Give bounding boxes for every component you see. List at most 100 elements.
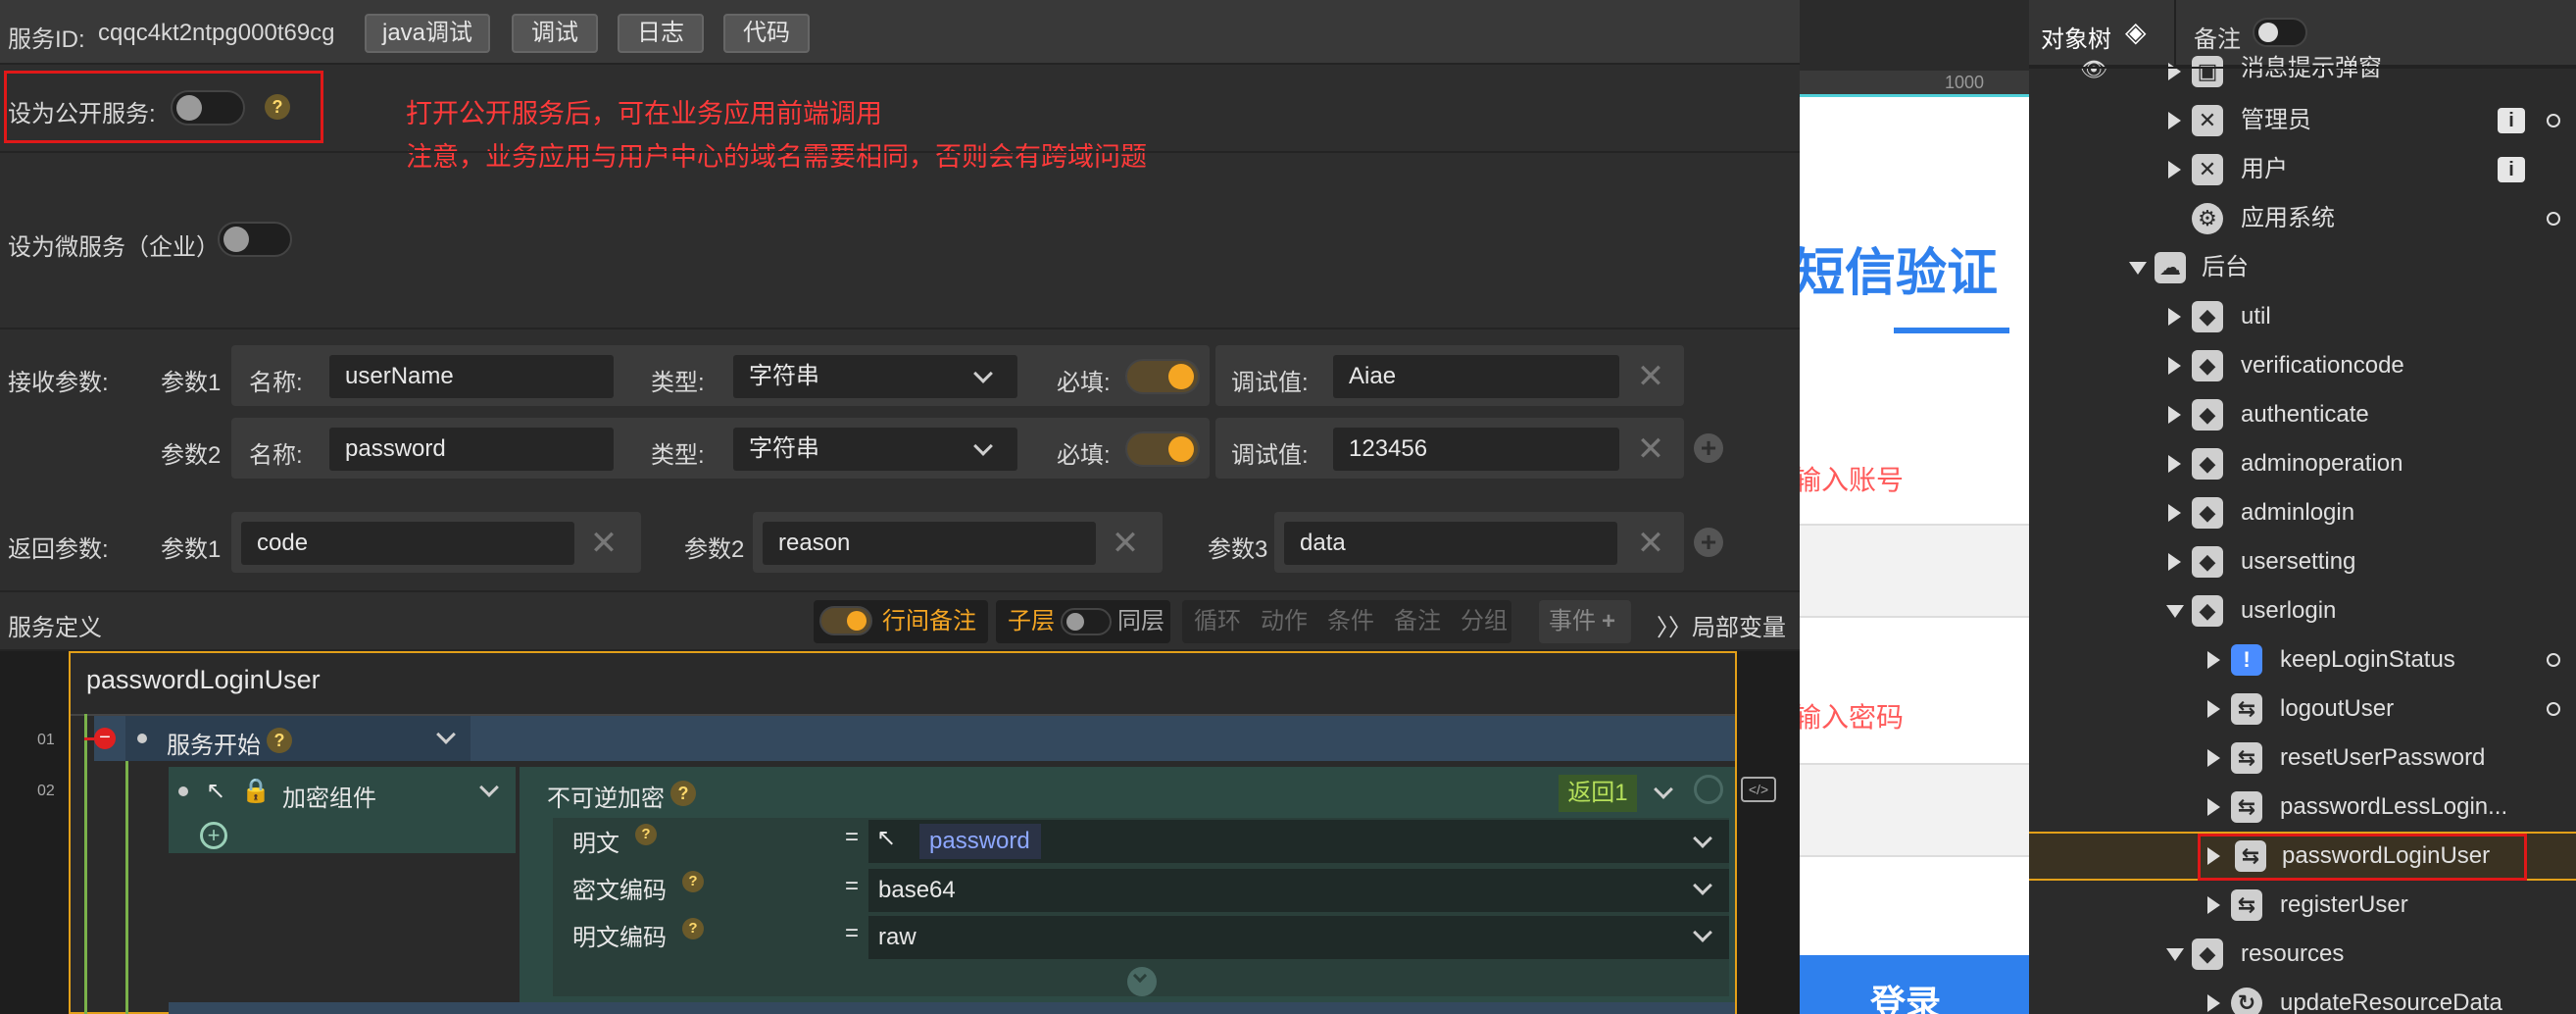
param-2-remove-icon[interactable]: ✕ (1631, 430, 1670, 469)
return-param-3-input[interactable]: data (1284, 522, 1617, 565)
micro-service-toggle[interactable] (218, 222, 292, 257)
tree-item-userlogin[interactable]: ◆ userlogin (2029, 586, 2576, 635)
param-1-required-toggle[interactable] (1125, 359, 1200, 394)
return-badge[interactable]: 返回1 (1559, 775, 1637, 812)
tab-note[interactable]: 备注 (1394, 600, 1441, 643)
info-icon[interactable]: i (2498, 157, 2525, 182)
chevron-right-icon[interactable] (2168, 63, 2181, 80)
notes-toggle[interactable] (2253, 18, 2307, 47)
chevron-right-icon[interactable] (2168, 308, 2181, 326)
tree-item-admin[interactable]: ✕ 管理员 i (2029, 96, 2576, 145)
tree-item-registeruser[interactable]: ⇆ registerUser (2029, 881, 2576, 930)
tree-item-user[interactable]: ✕ 用户 i (2029, 145, 2576, 194)
account-placeholder: 输入账号 (1800, 465, 1905, 495)
return-param-2-input[interactable]: reason (763, 522, 1096, 565)
chevron-down-icon[interactable] (2166, 605, 2184, 618)
tree-item-message-popup[interactable]: 👁 ▣ 消息提示弹窗 (2029, 47, 2576, 96)
collapse-icon[interactable]: − (94, 728, 116, 749)
tree-item-passwordlesslogin[interactable]: ⇆ passwordLessLogin... (2029, 783, 2576, 832)
field-plaintext-variable[interactable]: password (919, 824, 1041, 859)
field-cipher-encoding-select[interactable]: base64 (868, 869, 1729, 912)
info-icon[interactable]: i (2498, 108, 2525, 133)
tab-group[interactable]: 分组 (1461, 600, 1508, 643)
tree-item-authenticate[interactable]: ◆ authenticate (2029, 390, 2576, 439)
param-1-name-label: 名称: (249, 370, 303, 396)
cube-icon: ◆ (2192, 497, 2223, 529)
add-return-param-icon[interactable]: + (1694, 528, 1723, 557)
field-plaintext-eq: = (845, 824, 860, 850)
tree-item-backend[interactable]: ☁ 后台 (2029, 243, 2576, 292)
refresh-icon[interactable] (1694, 775, 1723, 804)
chevron-right-icon[interactable] (2168, 161, 2181, 178)
tab-condition[interactable]: 条件 (1327, 600, 1374, 643)
chevron-right-icon[interactable] (2168, 455, 2181, 473)
chevron-right-icon[interactable] (2168, 112, 2181, 129)
tree-item-adminlogin[interactable]: ◆ adminlogin (2029, 488, 2576, 537)
param-2-debug-input[interactable]: 123456 (1333, 428, 1619, 471)
chevron-right-icon[interactable] (2168, 504, 2181, 522)
chevron-right-icon[interactable] (2207, 749, 2220, 767)
chevron-right-icon[interactable] (2207, 651, 2220, 669)
return-param-1-input[interactable]: code (241, 522, 574, 565)
account-input[interactable] (1800, 524, 2029, 618)
service-start-help-icon[interactable]: ? (267, 728, 292, 753)
chevron-down-icon[interactable] (2129, 262, 2147, 275)
inline-note-label: 行间备注 (882, 608, 976, 634)
public-service-help-icon[interactable]: ? (265, 94, 290, 120)
code-button[interactable]: 代码 (723, 14, 810, 53)
event-button[interactable]: 事件 + (1539, 600, 1631, 643)
local-vars-button[interactable]: 局部变量 (1692, 608, 1786, 642)
layer-toggle[interactable]: 子层 同层 (996, 600, 1170, 643)
login-button[interactable]: 登录 (1800, 955, 2029, 1014)
tree-item-usersetting[interactable]: ◆ usersetting (2029, 537, 2576, 586)
tab-loop[interactable]: 循环 (1194, 600, 1241, 643)
chevron-right-icon[interactable] (2207, 896, 2220, 914)
param-1-debug-label: 调试值: (1231, 370, 1309, 396)
pointer-icon: ↖ (876, 825, 897, 851)
tab-action[interactable]: 动作 (1261, 600, 1308, 643)
chevron-right-icon[interactable] (2207, 994, 2220, 1012)
public-service-toggle[interactable] (171, 90, 245, 126)
field-plaintext-help-icon[interactable]: ? (635, 824, 657, 845)
chevron-right-icon[interactable] (2168, 553, 2181, 571)
object-tree-panel: 对象树 ◈ 备注 👁 ▣ 消息提示弹窗 ✕ 管理员 i ✕ 用户 i ⚙ 应用系… (2029, 0, 2576, 1014)
add-step-icon[interactable]: + (200, 822, 227, 849)
chevron-right-icon[interactable] (2168, 406, 2181, 424)
field-plain-encoding-select[interactable]: raw (868, 916, 1729, 959)
tree-item-logoutuser[interactable]: ⇆ logoutUser (2029, 684, 2576, 734)
chevron-right-icon[interactable] (2207, 700, 2220, 718)
chevron-right-icon[interactable] (2207, 798, 2220, 816)
tree-item-verificationcode[interactable]: ◆ verificationcode (2029, 341, 2576, 390)
tree-item-app-system[interactable]: ⚙ 应用系统 (2029, 194, 2576, 243)
param-1-remove-icon[interactable]: ✕ (1631, 357, 1670, 396)
param-1-type-select[interactable]: 字符串 (733, 355, 1017, 398)
code-block-icon[interactable]: </> (1741, 777, 1776, 802)
field-cipher-encoding-help-icon[interactable]: ? (682, 871, 704, 892)
add-receive-param-icon[interactable]: + (1694, 433, 1723, 463)
password-input[interactable] (1800, 763, 2029, 857)
tree-item-resources[interactable]: ◆ resources (2029, 930, 2576, 979)
debug-button[interactable]: 调试 (512, 14, 598, 53)
chevron-right-icon[interactable] (2168, 357, 2181, 375)
return-param-1-remove-icon[interactable]: ✕ (584, 524, 623, 563)
java-debug-button[interactable]: java调试 (365, 14, 490, 53)
expand-icon[interactable] (1127, 967, 1157, 996)
tree-item-updateresourcedata[interactable]: ↻ updateResourceData (2029, 979, 2576, 1014)
tree-item-keeploginstatus[interactable]: ! keepLoginStatus (2029, 635, 2576, 684)
return-param-2-remove-icon[interactable]: ✕ (1106, 524, 1145, 563)
inline-note-toggle[interactable]: 行间备注 (814, 600, 988, 643)
param-2-required-toggle[interactable] (1125, 431, 1200, 467)
log-button[interactable]: 日志 (618, 14, 704, 53)
method-help-icon[interactable]: ? (670, 781, 696, 806)
field-plain-encoding-help-icon[interactable]: ? (682, 918, 704, 939)
param-2-type-select[interactable]: 字符串 (733, 428, 1017, 471)
param-1-name-input[interactable]: userName (329, 355, 614, 398)
param-1-debug-input[interactable]: Aiae (1333, 355, 1619, 398)
param-2-name-input[interactable]: password (329, 428, 614, 471)
chevron-down-icon[interactable] (2166, 948, 2184, 961)
tree-item-resetuserpassword[interactable]: ⇆ resetUserPassword (2029, 734, 2576, 783)
tree-item-passwordloginuser[interactable]: ⇆ passwordLoginUser (2029, 832, 2576, 881)
tree-item-adminoperation[interactable]: ◆ adminoperation (2029, 439, 2576, 488)
tree-item-util[interactable]: ◆ util (2029, 292, 2576, 341)
return-param-3-remove-icon[interactable]: ✕ (1631, 524, 1670, 563)
